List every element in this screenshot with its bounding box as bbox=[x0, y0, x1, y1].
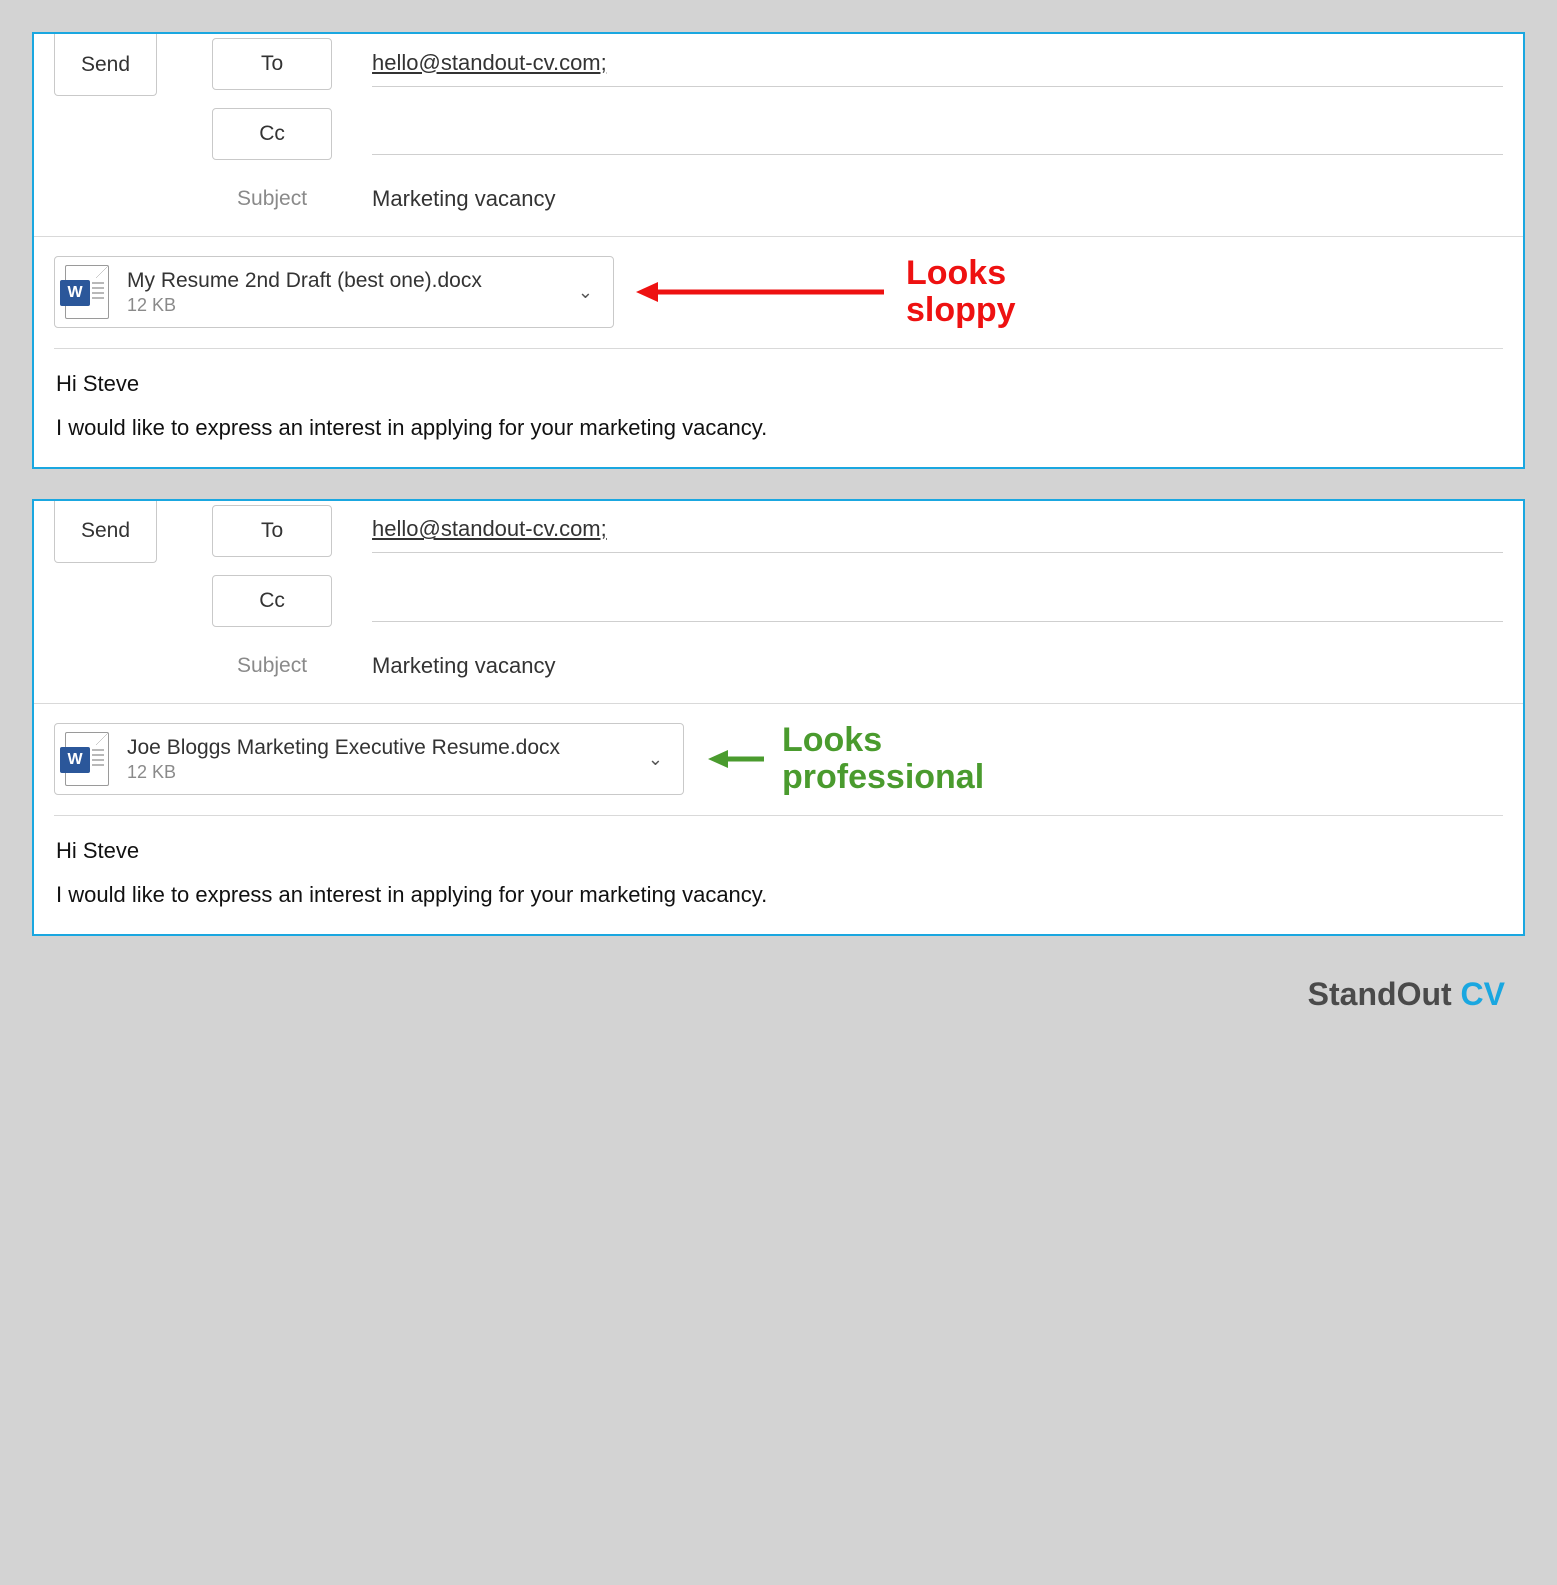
attachment-filesize: 12 KB bbox=[127, 295, 572, 316]
arrow-left-green-icon bbox=[708, 739, 768, 779]
cc-row: Cc bbox=[212, 108, 1503, 160]
attachment-filename: My Resume 2nd Draft (best one).docx bbox=[127, 268, 572, 293]
attachment-filesize: 12 KB bbox=[127, 762, 642, 783]
word-doc-icon: W bbox=[65, 265, 109, 319]
chevron-down-icon[interactable]: ⌄ bbox=[642, 749, 669, 770]
annotation-text-line1: Looks bbox=[782, 722, 984, 759]
cc-input[interactable] bbox=[372, 580, 1503, 622]
attachment-chip[interactable]: W My Resume 2nd Draft (best one).docx 12… bbox=[54, 256, 614, 328]
compose-header: Send To hello@standout-cv.com; Cc Subjec… bbox=[34, 501, 1523, 697]
send-button[interactable]: Send bbox=[54, 34, 157, 96]
to-value: hello@standout-cv.com; bbox=[372, 50, 607, 75]
attachment-row: W Joe Bloggs Marketing Executive Resume.… bbox=[34, 704, 1523, 809]
fields-column: To hello@standout-cv.com; Cc Subject Mar… bbox=[212, 501, 1503, 697]
cc-input[interactable] bbox=[372, 113, 1503, 155]
attachment-row: W My Resume 2nd Draft (best one).docx 12… bbox=[34, 237, 1523, 342]
cc-button[interactable]: Cc bbox=[212, 108, 332, 160]
brand-cv: CV bbox=[1461, 976, 1505, 1012]
word-w-glyph: W bbox=[60, 747, 90, 773]
to-row: To hello@standout-cv.com; bbox=[212, 505, 1503, 557]
attachment-filename: Joe Bloggs Marketing Executive Resume.do… bbox=[127, 735, 642, 760]
to-input[interactable]: hello@standout-cv.com; bbox=[372, 508, 1503, 553]
to-input[interactable]: hello@standout-cv.com; bbox=[372, 42, 1503, 87]
subject-label: Subject bbox=[212, 187, 332, 211]
annotation-professional: Looks professional bbox=[708, 722, 984, 797]
body-greeting: Hi Steve bbox=[56, 371, 1501, 397]
body-line: I would like to express an interest in a… bbox=[56, 882, 1501, 908]
subject-label: Subject bbox=[212, 654, 332, 678]
cc-row: Cc bbox=[212, 575, 1503, 627]
chevron-down-icon[interactable]: ⌄ bbox=[572, 282, 599, 303]
to-row: To hello@standout-cv.com; bbox=[212, 38, 1503, 90]
word-w-glyph: W bbox=[60, 280, 90, 306]
send-button[interactable]: Send bbox=[54, 501, 157, 563]
annotation-text-line2: professional bbox=[782, 759, 984, 796]
email-body[interactable]: Hi Steve I would like to express an inte… bbox=[34, 816, 1523, 934]
to-button[interactable]: To bbox=[212, 505, 332, 557]
fields-column: To hello@standout-cv.com; Cc Subject Mar… bbox=[212, 34, 1503, 230]
annotation-sloppy: Looks sloppy bbox=[634, 255, 1016, 330]
annotation-text-line2: sloppy bbox=[906, 292, 1016, 329]
attachment-chip[interactable]: W Joe Bloggs Marketing Executive Resume.… bbox=[54, 723, 684, 795]
compose-header: Send To hello@standout-cv.com; Cc Subjec… bbox=[34, 34, 1523, 230]
body-greeting: Hi Steve bbox=[56, 838, 1501, 864]
email-panel-professional: Send To hello@standout-cv.com; Cc Subjec… bbox=[32, 499, 1525, 936]
body-line: I would like to express an interest in a… bbox=[56, 415, 1501, 441]
footer-brand: StandOut CV bbox=[32, 966, 1525, 1013]
brand-standout: StandOut bbox=[1308, 976, 1461, 1012]
email-panel-sloppy: Send To hello@standout-cv.com; Cc Subjec… bbox=[32, 32, 1525, 469]
subject-input[interactable]: Marketing vacancy bbox=[372, 645, 1503, 687]
cc-button[interactable]: Cc bbox=[212, 575, 332, 627]
to-value: hello@standout-cv.com; bbox=[372, 516, 607, 541]
word-doc-icon: W bbox=[65, 732, 109, 786]
attachment-text: Joe Bloggs Marketing Executive Resume.do… bbox=[127, 735, 642, 783]
subject-row: Subject Marketing vacancy bbox=[212, 645, 1503, 687]
arrow-left-red-icon bbox=[634, 272, 894, 312]
email-body[interactable]: Hi Steve I would like to express an inte… bbox=[34, 349, 1523, 467]
annotation-text-line1: Looks bbox=[906, 255, 1016, 292]
to-button[interactable]: To bbox=[212, 38, 332, 90]
subject-row: Subject Marketing vacancy bbox=[212, 178, 1503, 220]
attachment-text: My Resume 2nd Draft (best one).docx 12 K… bbox=[127, 268, 572, 316]
subject-input[interactable]: Marketing vacancy bbox=[372, 178, 1503, 220]
